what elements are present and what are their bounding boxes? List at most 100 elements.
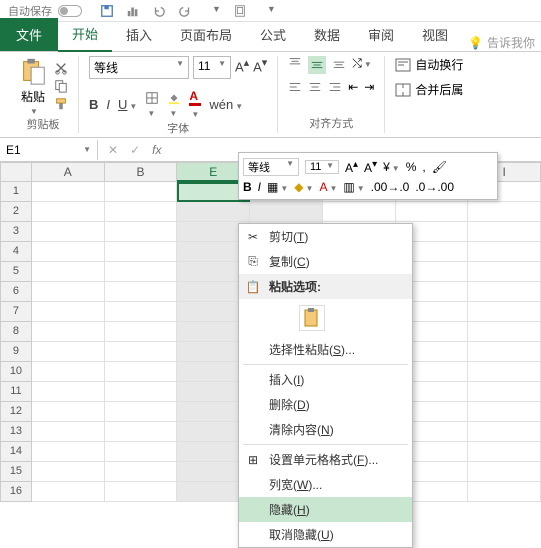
cell[interactable] xyxy=(468,302,541,322)
mode-dropdown-icon[interactable]: ▼ xyxy=(267,4,276,18)
wrap-text-button[interactable]: 自动换行 xyxy=(395,56,463,73)
italic-button[interactable]: I xyxy=(258,180,261,194)
phonetic-icon[interactable]: wén▼ xyxy=(209,97,243,112)
inc-decimal-icon[interactable]: .0→.00 xyxy=(415,180,454,194)
format-painter-icon[interactable] xyxy=(54,97,68,111)
tab-data[interactable]: 数据 xyxy=(300,18,354,51)
dec-decimal-icon[interactable]: .00→.0 xyxy=(371,180,410,194)
grow-font-icon[interactable]: A▴ xyxy=(235,56,249,79)
grow-font-icon[interactable]: A▴ xyxy=(345,159,358,175)
row-header[interactable]: 2 xyxy=(0,202,32,222)
cell[interactable] xyxy=(105,342,178,362)
format-painter-icon[interactable]: 🖌 xyxy=(432,160,447,174)
cell[interactable] xyxy=(105,442,178,462)
cell[interactable] xyxy=(105,302,178,322)
cell[interactable] xyxy=(468,422,541,442)
orientation-icon[interactable]: ⤭▼ xyxy=(352,56,372,74)
italic-button[interactable]: I xyxy=(106,97,110,112)
cell[interactable] xyxy=(105,202,178,222)
font-name-select[interactable]: 等线▼ xyxy=(89,56,189,79)
cell[interactable] xyxy=(105,362,178,382)
cell[interactable] xyxy=(32,462,105,482)
menu-delete[interactable]: 删除(D) xyxy=(239,392,412,417)
chart-icon[interactable] xyxy=(126,4,140,18)
cell[interactable] xyxy=(468,282,541,302)
fill-color-icon[interactable]: ▼ xyxy=(167,91,181,119)
cancel-icon[interactable]: ✕ xyxy=(108,143,118,157)
cell[interactable] xyxy=(32,202,105,222)
indent-inc-icon[interactable]: ⇥ xyxy=(364,80,374,94)
cell[interactable] xyxy=(32,342,105,362)
undo-icon[interactable] xyxy=(152,4,166,18)
row-header[interactable]: 13 xyxy=(0,422,32,442)
row-header[interactable]: 9 xyxy=(0,342,32,362)
mini-size-select[interactable]: 11▼ xyxy=(305,160,339,174)
row-header[interactable]: 12 xyxy=(0,402,32,422)
cell[interactable] xyxy=(32,482,105,502)
align-middle-icon[interactable] xyxy=(308,56,326,74)
cell[interactable] xyxy=(32,262,105,282)
menu-format-cells[interactable]: ⊞ 设置单元格格式(F)... xyxy=(239,447,412,472)
tab-formulas[interactable]: 公式 xyxy=(246,18,300,51)
row-header[interactable]: 15 xyxy=(0,462,32,482)
cell[interactable] xyxy=(250,202,323,222)
row-header[interactable]: 8 xyxy=(0,322,32,342)
cell[interactable] xyxy=(32,422,105,442)
cell[interactable] xyxy=(105,382,178,402)
touch-icon[interactable] xyxy=(233,4,247,18)
cell[interactable] xyxy=(468,482,541,502)
cell[interactable] xyxy=(32,442,105,462)
indent-dec-icon[interactable]: ⇤ xyxy=(348,80,358,94)
align-right-icon[interactable] xyxy=(328,80,342,94)
menu-unhide[interactable]: 取消隐藏(U) xyxy=(239,522,412,547)
row-header[interactable]: 5 xyxy=(0,262,32,282)
border-icon[interactable]: ▼ xyxy=(145,91,159,119)
menu-hide[interactable]: 隐藏(H) xyxy=(239,497,412,522)
shrink-font-icon[interactable]: A▾ xyxy=(253,56,267,79)
cell[interactable] xyxy=(468,442,541,462)
tell-me[interactable]: 💡 告诉我你 xyxy=(462,34,541,51)
cell[interactable] xyxy=(32,362,105,382)
table-icon[interactable]: ▥▼ xyxy=(343,180,364,194)
select-all-corner[interactable] xyxy=(0,162,32,182)
cell[interactable] xyxy=(32,222,105,242)
row-header[interactable]: 14 xyxy=(0,442,32,462)
cell[interactable] xyxy=(105,182,178,202)
fill-color-icon[interactable]: ◆▼ xyxy=(294,180,313,194)
menu-paste-special[interactable]: 选择性粘贴(S)... xyxy=(239,337,412,362)
cell[interactable] xyxy=(468,202,541,222)
menu-cut[interactable]: ✂ 剪切(T) xyxy=(239,224,412,249)
cell[interactable] xyxy=(105,262,178,282)
tab-home[interactable]: 开始 xyxy=(58,17,112,52)
row-header[interactable]: 10 xyxy=(0,362,32,382)
row-header[interactable]: 16 xyxy=(0,482,32,502)
qat-dropdown-icon[interactable]: ▼ xyxy=(212,4,221,18)
currency-icon[interactable]: ¥▼ xyxy=(383,160,400,174)
tab-review[interactable]: 审阅 xyxy=(354,18,408,51)
name-box[interactable]: E1 ▼ xyxy=(0,140,98,160)
cell[interactable] xyxy=(32,282,105,302)
cell[interactable] xyxy=(32,402,105,422)
menu-copy[interactable]: ⎘ 复制(C) xyxy=(239,249,412,274)
cell[interactable] xyxy=(468,362,541,382)
align-center-icon[interactable] xyxy=(308,80,322,94)
cell[interactable] xyxy=(396,202,469,222)
enter-icon[interactable]: ✓ xyxy=(130,143,140,157)
cell[interactable] xyxy=(32,322,105,342)
cell[interactable] xyxy=(468,222,541,242)
shrink-font-icon[interactable]: A▾ xyxy=(364,159,377,175)
autosave-toggle[interactable]: 自动保存 xyxy=(8,3,82,19)
mini-font-select[interactable]: 等线▼ xyxy=(243,158,299,176)
cell[interactable] xyxy=(105,422,178,442)
tab-view[interactable]: 视图 xyxy=(408,18,462,51)
row-header[interactable]: 11 xyxy=(0,382,32,402)
menu-insert[interactable]: 插入(I) xyxy=(239,367,412,392)
row-header[interactable]: 4 xyxy=(0,242,32,262)
cell[interactable] xyxy=(323,202,396,222)
cell[interactable] xyxy=(177,202,250,222)
cut-icon[interactable] xyxy=(54,61,68,75)
cell[interactable] xyxy=(105,482,178,502)
paste-default-icon[interactable] xyxy=(299,305,325,331)
tab-insert[interactable]: 插入 xyxy=(112,18,166,51)
font-color-icon[interactable]: A▼ xyxy=(189,89,201,120)
